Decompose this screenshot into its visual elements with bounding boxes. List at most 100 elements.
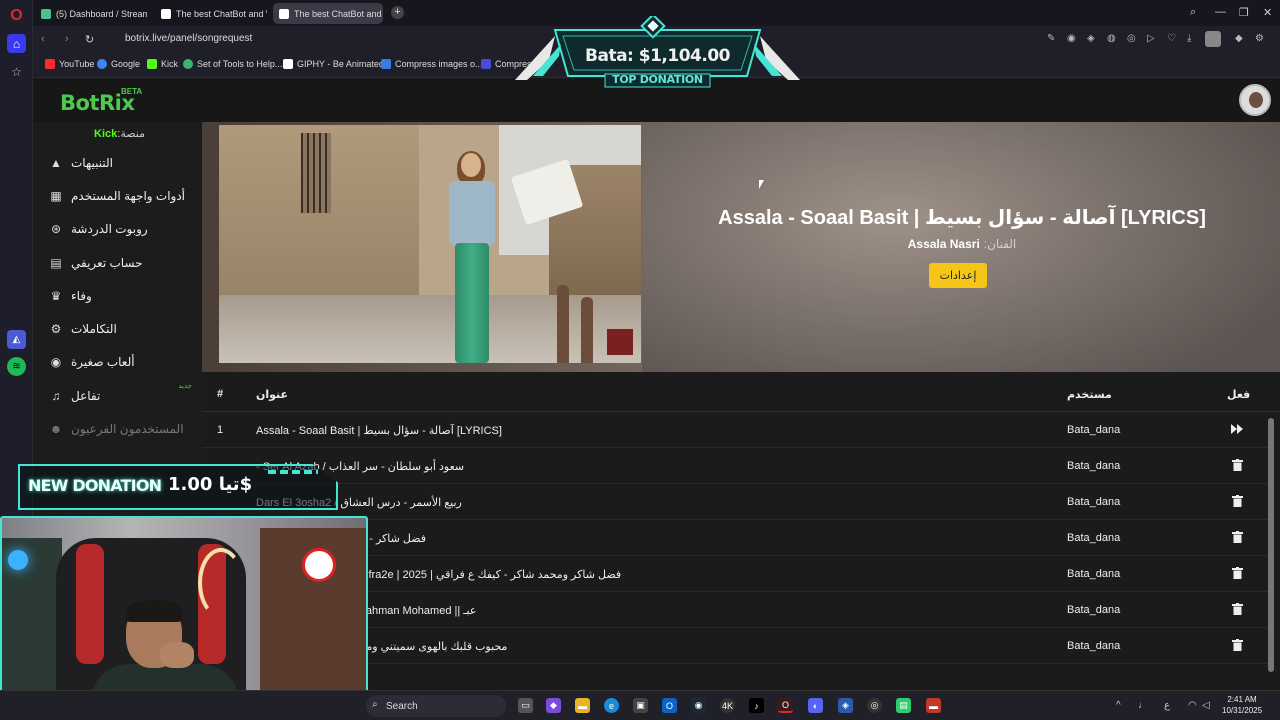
sidebar-item-label: التنبيهات <box>71 156 113 170</box>
tab-botrix-active[interactable]: The best ChatBot and <box>273 3 383 24</box>
user-avatar[interactable] <box>1239 84 1271 116</box>
settings-icon[interactable]: ⚙ <box>1255 33 1264 44</box>
file-explorer-icon[interactable]: ▬ <box>575 698 590 713</box>
store-icon[interactable]: ▣ <box>633 698 648 713</box>
wifi-icon[interactable]: ◠ <box>1188 700 1197 711</box>
settings-button[interactable]: إعدادات <box>929 263 987 288</box>
trash-icon[interactable] <box>1230 530 1244 544</box>
url-field[interactable]: botrix.live/panel/songrequest <box>125 33 252 44</box>
new-tab-button[interactable]: + <box>391 6 404 19</box>
bookmark-youtube[interactable]: YouTube <box>45 59 94 69</box>
scrollbar[interactable] <box>1268 410 1274 680</box>
sidebar-item-subusers[interactable]: ☻ المستخدمون الفرعيون <box>33 414 202 444</box>
extension-icon[interactable]: ◆ <box>1235 33 1243 44</box>
sidebar-item-profile[interactable]: ▤ حساب تعريفي <box>33 248 202 278</box>
search-tabs-icon[interactable]: ⌕ <box>1190 6 1196 19</box>
keyboard-language[interactable]: ع <box>1164 700 1170 711</box>
discord-icon[interactable]: ◐ <box>808 698 823 713</box>
bookmark-tools[interactable]: Set of Tools to Help... <box>183 59 282 69</box>
camera-icon[interactable]: ◉ <box>1067 33 1076 44</box>
header-action: فعل <box>1227 389 1251 401</box>
sidebar-item-integrations[interactable]: ⚙ التكاملات <box>33 314 202 344</box>
new-donation-amount: تيا 1.00$ <box>168 474 253 495</box>
security-icon[interactable]: ◈ <box>838 698 853 713</box>
thumbnail-post <box>557 285 569 363</box>
system-clock[interactable]: 2:41 AM 10/31/2025 <box>1222 694 1262 716</box>
reload-icon[interactable]: ↻ <box>85 33 94 46</box>
sidebar-item-loyalty[interactable]: ♛ وفاء <box>33 281 202 311</box>
sidebar-item-interaction[interactable]: ♫ تفاعل جديد <box>33 381 202 411</box>
trash-icon[interactable] <box>1230 638 1244 652</box>
opera-taskbar-icon[interactable]: O <box>778 698 793 713</box>
app-icon[interactable]: ▬ <box>926 698 941 713</box>
wallet-icon[interactable]: ◎ <box>1127 33 1136 44</box>
bookmark-compress-images[interactable]: Compress images o... <box>381 59 483 69</box>
4k-icon[interactable]: 4K <box>720 698 735 713</box>
steam-icon[interactable]: ◉ <box>691 698 706 713</box>
row-user: Bata_dana <box>1067 568 1121 580</box>
singer-top <box>449 181 495 245</box>
clock-date: 10/31/2025 <box>1222 706 1263 715</box>
new-tag: جديد <box>178 383 192 390</box>
edit-icon[interactable]: ✎ <box>1047 33 1055 44</box>
skip-icon[interactable] <box>1230 422 1244 436</box>
home-icon[interactable]: ⌂ <box>7 34 26 53</box>
scrollbar-thumb[interactable] <box>1268 418 1274 672</box>
shield-icon[interactable]: ◈ <box>1087 33 1095 44</box>
bookmark-label: Kick <box>161 59 179 69</box>
tools-icon <box>183 59 193 69</box>
table-row[interactable]: - Ser Al Azab / سعود أبو سلطان - سر العذ… <box>202 448 1268 484</box>
vpn-icon[interactable]: ◍ <box>1107 33 1116 44</box>
bookmark-google[interactable]: Google <box>97 59 140 69</box>
sidebar-item-alerts[interactable]: ▲ التنبيهات <box>33 148 202 178</box>
messenger-icon[interactable]: ◭ <box>7 330 26 349</box>
opera-logo-icon[interactable]: O <box>7 6 26 25</box>
bookmark-label: Compress images o... <box>395 59 483 69</box>
no-smoking-sign-icon <box>302 548 336 582</box>
table-row[interactable]: Dars El 3osha2 / ربيع الأسمر - درس العشا… <box>202 484 1268 520</box>
edge-icon[interactable]: e <box>604 698 619 713</box>
star-icon[interactable]: ☆ <box>7 62 26 81</box>
download-icon[interactable]: ⤓ <box>1187 33 1191 44</box>
trash-icon[interactable] <box>1230 566 1244 580</box>
maximize-icon[interactable]: ❐ <box>1239 6 1249 19</box>
row-user: Bata_dana <box>1067 496 1121 508</box>
kick-icon <box>147 59 157 69</box>
chat-app-icon[interactable]: ▤ <box>896 698 911 713</box>
tray-chevron-icon[interactable]: ^ <box>1116 700 1121 711</box>
sidebar-item-minigames[interactable]: ◉ ألعاب صغيرة <box>33 347 202 377</box>
heart-icon[interactable]: ♡ <box>1167 33 1176 44</box>
minimize-icon[interactable]: — <box>1215 6 1226 18</box>
tab-streamlabs[interactable]: (5) Dashboard / Streamlab <box>35 3 147 24</box>
widgets-icon: ▦ <box>50 189 62 203</box>
tab-botrix-1[interactable]: The best ChatBot and Wid <box>155 3 267 24</box>
sidebar-item-chatbot[interactable]: ⊛ روبوت الدردشة <box>33 214 202 244</box>
now-playing-artist: الفنان:Assala Nasri <box>682 237 1242 251</box>
streamer-hand <box>160 642 194 668</box>
video-thumbnail[interactable] <box>219 125 641 363</box>
microphone-icon[interactable]: ♩ <box>1138 700 1148 711</box>
giphy-icon <box>283 59 293 69</box>
screen: O ⌂ ☆ ◭ ≋ (5) Dashboard / Streamlab The … <box>0 0 1280 720</box>
play-icon[interactable]: ▷ <box>1147 33 1155 44</box>
close-icon[interactable]: ✕ <box>1263 6 1272 19</box>
forward-icon[interactable]: › <box>65 33 69 45</box>
profile-avatar[interactable] <box>1205 31 1221 47</box>
trash-icon[interactable] <box>1230 602 1244 616</box>
trash-icon[interactable] <box>1230 494 1244 508</box>
taskbar-search[interactable]: ⌕ Search <box>366 695 506 717</box>
obs-icon[interactable]: ◎ <box>867 698 882 713</box>
new-donation-overlay: NEW DONATION تيا 1.00$ <box>18 464 338 510</box>
table-row[interactable]: 1 Assala - Soaal Basit | آصالة - سؤال بسي… <box>202 412 1268 448</box>
spotify-icon[interactable]: ≋ <box>7 357 26 376</box>
copilot-icon[interactable]: ◆ <box>546 698 561 713</box>
bookmark-giphy[interactable]: GIPHY - Be Animated <box>283 59 384 69</box>
back-icon[interactable]: ‹ <box>41 33 45 45</box>
trash-icon[interactable] <box>1230 458 1244 472</box>
volume-icon[interactable]: ◁ <box>1202 700 1210 711</box>
bookmark-kick[interactable]: Kick <box>147 59 178 69</box>
sidebar-item-widgets[interactable]: ▦ أدوات واجهة المستخدم <box>33 181 202 211</box>
outlook-icon[interactable]: O <box>662 698 677 713</box>
task-view-icon[interactable]: ▭ <box>518 698 533 713</box>
tiktok-icon[interactable]: ♪ <box>749 698 764 713</box>
